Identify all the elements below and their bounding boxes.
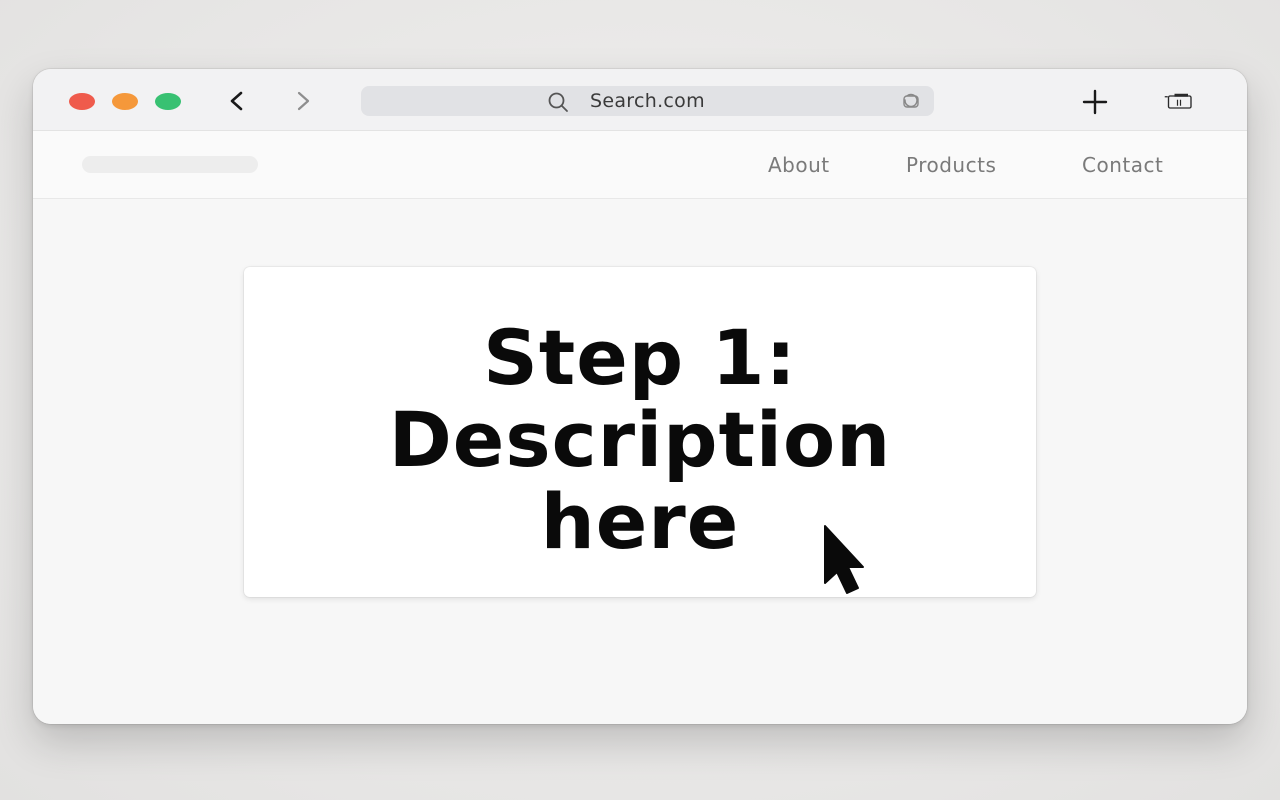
browser-toolbar: Search.com xyxy=(33,69,1247,131)
step-title-line-3: here xyxy=(540,477,740,566)
step-card: Step 1: Description here xyxy=(244,267,1036,597)
tab-overview-button[interactable] xyxy=(1164,87,1194,117)
close-window-button[interactable] xyxy=(69,93,95,110)
mouse-pointer-icon xyxy=(821,522,867,597)
address-bar-text: Search.com xyxy=(590,90,705,112)
forward-button[interactable] xyxy=(287,85,319,117)
nav-link-contact[interactable]: Contact xyxy=(1082,153,1163,177)
maximize-window-button[interactable] xyxy=(155,93,181,110)
step-title-line-1: Step 1: xyxy=(483,313,797,402)
chevron-right-icon xyxy=(297,91,310,111)
site-navigation: About Products Contact xyxy=(33,131,1247,199)
step-title: Step 1: Description here xyxy=(244,317,1036,563)
new-tab-button[interactable] xyxy=(1080,87,1110,117)
browser-window: Search.com About Products Contact Step 1… xyxy=(33,69,1247,724)
nav-link-about[interactable]: About xyxy=(768,153,830,177)
reload-icon[interactable] xyxy=(901,92,921,110)
nav-link-products[interactable]: Products xyxy=(906,153,996,177)
address-bar[interactable]: Search.com xyxy=(361,86,934,116)
minimize-window-button[interactable] xyxy=(112,93,138,110)
background: Search.com About Products Contact Step 1… xyxy=(0,0,1280,800)
step-title-line-2: Description xyxy=(388,395,892,484)
plus-icon xyxy=(1082,89,1108,115)
tab-overview-icon xyxy=(1164,93,1192,109)
logo-placeholder[interactable] xyxy=(82,156,258,173)
chevron-left-icon xyxy=(230,91,243,111)
page-content: Step 1: Description here xyxy=(33,199,1247,724)
back-button[interactable] xyxy=(221,85,253,117)
search-icon xyxy=(548,92,568,112)
